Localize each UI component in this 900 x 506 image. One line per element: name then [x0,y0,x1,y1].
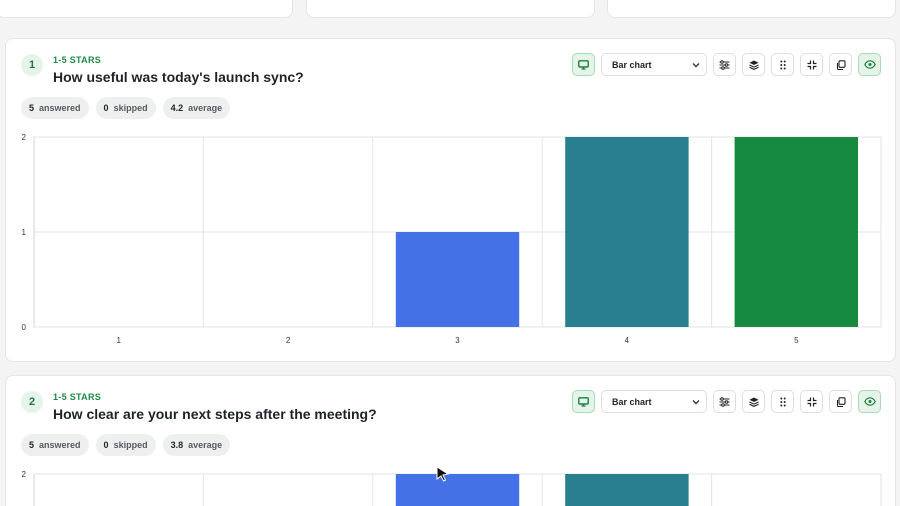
y-tick-label: 2 [22,133,27,142]
bar-4 [565,474,689,506]
bar-3 [395,474,520,506]
bar-5 [734,137,858,327]
x-tick-label: 5 [794,336,799,345]
mouse-cursor-icon [436,466,450,482]
bar-3 [395,232,520,327]
bar-4 [565,137,689,327]
x-tick-label: 4 [625,336,630,345]
y-tick-label: 0 [22,323,27,332]
y-tick-label: 1 [22,228,27,237]
y-tick-label: 2 [22,470,27,479]
x-tick-label: 3 [455,336,460,345]
charts-layer: 0 1 2 1 2 3 4 5 2 [22,133,882,506]
x-tick-label: 2 [286,336,291,345]
x-tick-label: 1 [116,336,121,345]
